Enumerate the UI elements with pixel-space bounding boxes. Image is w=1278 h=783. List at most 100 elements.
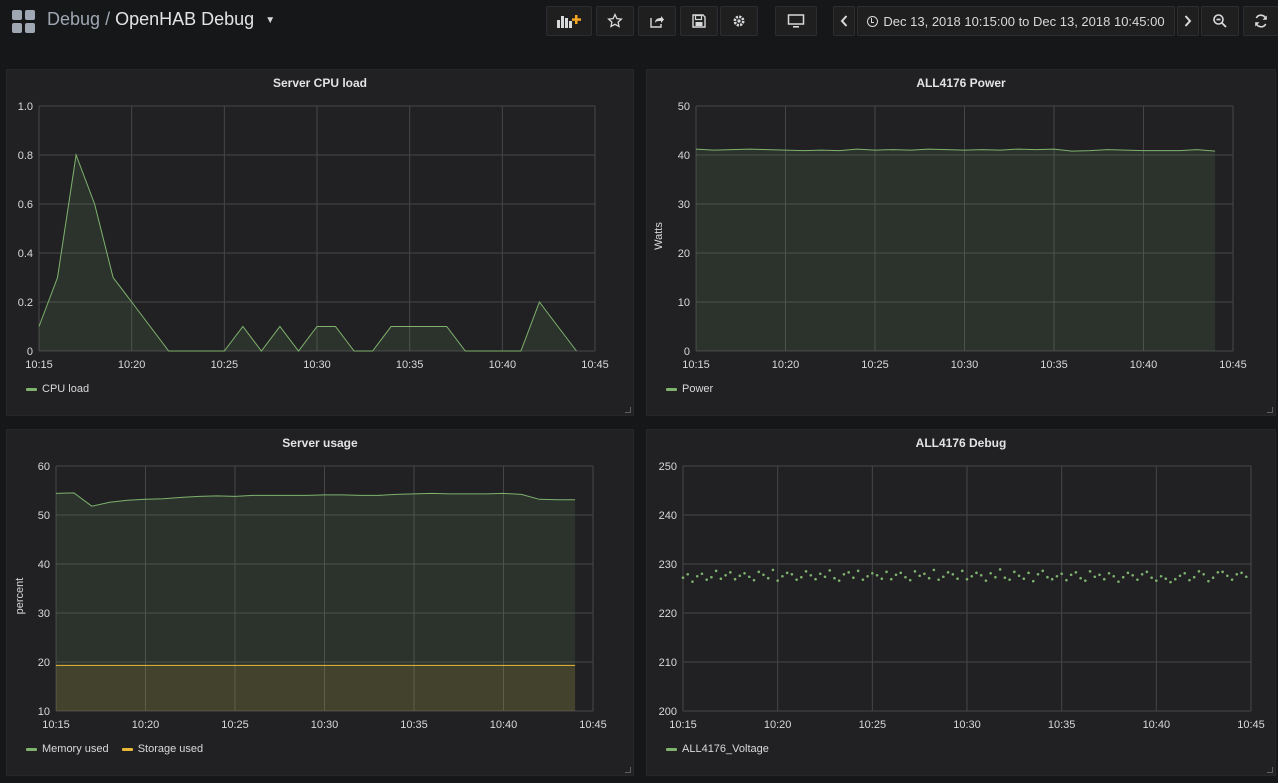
data-point	[710, 575, 713, 579]
power-chart[interactable]: 0 10 20 30 40 50 10:15 10:20 10:25 10:30 10:35 10:4…	[647, 70, 1277, 417]
x-tick-label: 10:20	[764, 719, 792, 731]
panel-all4176-debug[interactable]: ALL4176 Debug 200 210 220 230 240 250 10:15 10:…	[646, 429, 1276, 776]
add-panel-icon	[557, 15, 581, 28]
x-tick-label: 10:25	[211, 359, 239, 371]
settings-button[interactable]	[720, 6, 758, 36]
y-axis: 10 20 30 40 50 60	[38, 461, 50, 718]
y-tick-label: 210	[659, 657, 677, 669]
data-point	[932, 568, 936, 572]
data-point	[1079, 576, 1082, 580]
caret-down-icon[interactable]: ▼	[265, 15, 275, 26]
share-button[interactable]	[638, 6, 676, 36]
y-axis: 0 10 20 30 40 50	[678, 101, 690, 358]
data-point	[1216, 571, 1220, 574]
share-icon	[650, 16, 664, 28]
data-point	[818, 572, 822, 576]
x-tick-label: 10:45	[581, 359, 609, 371]
x-tick-label: 10:30	[951, 359, 979, 371]
legend-item-power[interactable]: Power	[666, 383, 713, 395]
resize-handle[interactable]	[625, 407, 631, 413]
y-tick-label: 20	[678, 248, 690, 260]
tv-mode-button[interactable]	[775, 6, 817, 36]
panel-server-cpu-load[interactable]: Server CPU load 0 0.2 0.4 0.6 0.8 1.0 10:15 10:…	[6, 69, 634, 416]
data-point	[989, 572, 992, 575]
resize-handle[interactable]	[1267, 767, 1273, 773]
x-tick-label: 10:30	[311, 719, 339, 731]
data-point	[1244, 575, 1248, 579]
refresh-button[interactable]	[1243, 6, 1278, 36]
data-point	[776, 579, 779, 582]
data-point	[733, 577, 737, 581]
data-point	[994, 575, 997, 579]
data-point	[847, 571, 850, 574]
x-tick-label: 10:20	[118, 359, 146, 371]
x-tick-label: 10:35	[1048, 719, 1076, 731]
resize-handle[interactable]	[1267, 407, 1273, 413]
data-point	[1055, 574, 1059, 578]
data-point	[1084, 579, 1087, 582]
y-tick-label: 0.6	[18, 199, 33, 211]
legend-item-voltage[interactable]: ALL4176_Voltage	[666, 743, 769, 755]
panel-server-usage[interactable]: Server usage percent 10 20 30 40 50 60 10:15 10…	[6, 429, 634, 776]
folder-name[interactable]: Debug	[47, 9, 100, 29]
x-tick-label: 10:35	[1040, 359, 1068, 371]
resize-handle[interactable]	[625, 767, 631, 773]
x-tick-label: 10:20	[772, 359, 800, 371]
data-point	[738, 574, 742, 578]
legend-item-memory-used[interactable]: Memory used	[26, 743, 109, 755]
data-point	[1112, 574, 1116, 578]
data-point	[1036, 572, 1040, 576]
add-panel-button[interactable]	[546, 6, 592, 36]
dashboard-title-picker[interactable]: Debug / OpenHAB Debug ▼	[47, 9, 275, 30]
x-tick-label: 10:40	[1130, 359, 1158, 371]
data-point	[894, 573, 898, 577]
refresh-icon	[1255, 14, 1267, 28]
data-point	[714, 569, 718, 573]
grafana-menu-icon[interactable]	[12, 10, 36, 34]
data-point	[681, 576, 685, 580]
time-back-button[interactable]	[833, 6, 855, 36]
data-point	[1230, 578, 1234, 581]
star-button[interactable]	[596, 6, 634, 36]
data-point	[785, 571, 789, 575]
x-tick-label: 10:25	[221, 719, 249, 731]
server-usage-chart[interactable]: 10203040506010:15 10:20 10:25 10:30 10:35 10:…	[7, 430, 635, 777]
series-area	[696, 149, 1216, 351]
data-point	[956, 577, 959, 580]
data-point	[800, 575, 803, 579]
cpu-load-chart[interactable]: 0 0.2 0.4 0.6 0.8 1.0 10:15 10:20 10:25 10:30 10:3…	[7, 70, 635, 417]
data-point	[809, 573, 813, 577]
data-point	[979, 573, 983, 577]
zoom-out-button[interactable]	[1201, 6, 1239, 36]
settings-icon	[733, 15, 745, 27]
grid	[682, 465, 1252, 712]
data-point	[724, 573, 727, 577]
data-point	[889, 577, 893, 581]
data-point	[1069, 573, 1073, 577]
y-tick-label: 30	[38, 608, 50, 620]
legend-item-cpu-load[interactable]: CPU load	[26, 383, 89, 395]
legend-item-storage-used[interactable]: Storage used	[121, 743, 203, 755]
x-axis: 10:15 10:20 10:25 10:30 10:35 10:40 10:45	[682, 359, 1247, 371]
data-point	[1065, 578, 1068, 582]
save-button[interactable]	[680, 6, 718, 36]
data-point	[885, 570, 888, 574]
data-point	[833, 576, 836, 580]
time-forward-button[interactable]	[1177, 6, 1199, 36]
data-point	[757, 570, 761, 574]
data-point	[1126, 571, 1130, 575]
time-range-picker[interactable]: Dec 13, 2018 10:15:00 to Dec 13, 2018 10…	[857, 6, 1175, 36]
data-point	[1117, 580, 1120, 583]
chevron-right-icon	[1184, 15, 1192, 27]
panel-all4176-power[interactable]: ALL4176 Power Watts 0 10 20 30 40 50 10:15 10:2…	[646, 69, 1276, 416]
data-point	[918, 574, 921, 578]
legend-label: Memory used	[42, 743, 109, 755]
data-point	[1131, 573, 1134, 577]
voltage-chart[interactable]: 20021022023024025010:15 10:20 10:25 10:30 10…	[647, 430, 1277, 777]
dashboard-name[interactable]: OpenHAB Debug	[115, 9, 254, 29]
x-axis: 10:15 10:20 10:25 10:30 10:35 10:40 10:45	[25, 359, 609, 371]
data-point	[686, 572, 690, 576]
data-point	[899, 571, 903, 575]
data-point	[1164, 577, 1168, 580]
y-tick-label: 40	[38, 559, 50, 571]
